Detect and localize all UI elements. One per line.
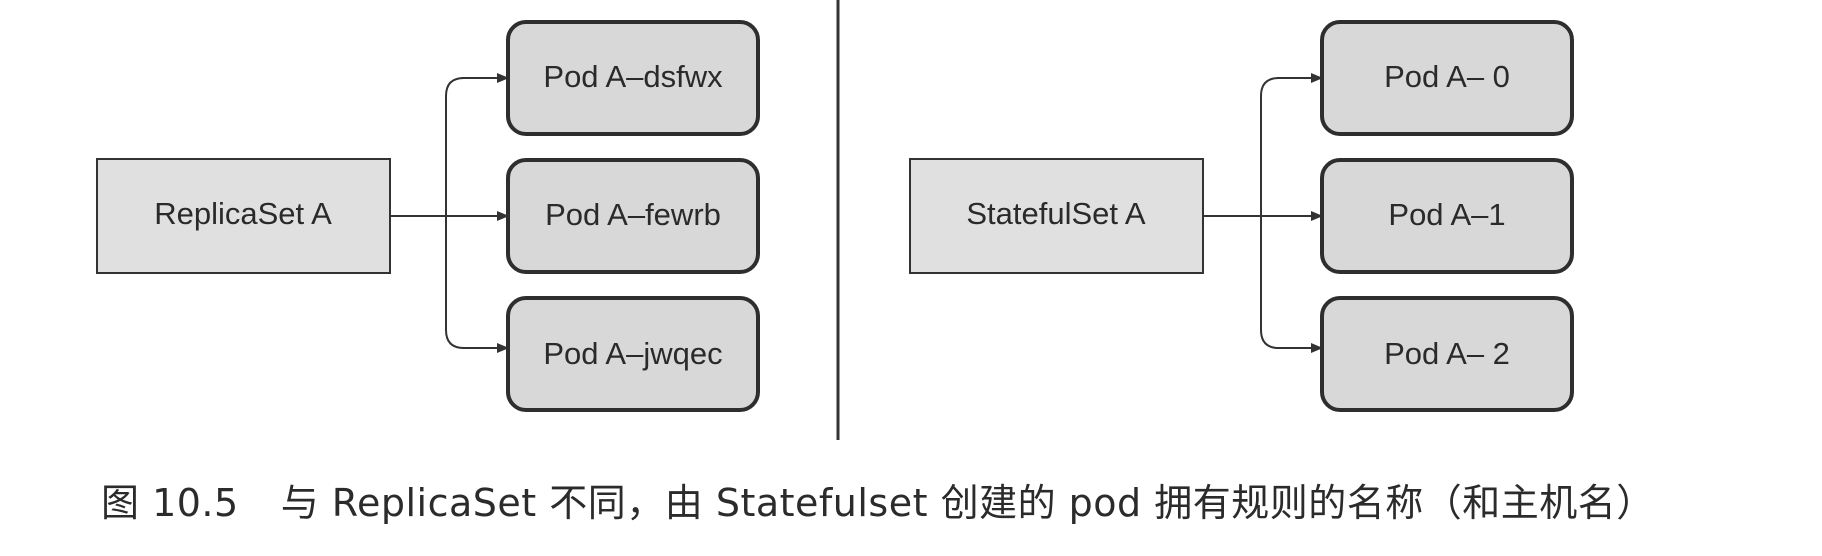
statefulset-label: StatefulSet A: [966, 196, 1146, 231]
statefulset-panel: StatefulSet A Pod A– 0 Pod A–1 Pod A– 2: [909, 20, 1574, 412]
statefulset-connector-trunk: [1203, 77, 1280, 349]
pod-label: Pod A–jwqec: [543, 336, 722, 371]
pod-label: Pod A– 2: [1384, 336, 1510, 371]
replicaset-connector-trunk: [390, 77, 465, 349]
pod-label: Pod A–1: [1388, 197, 1505, 232]
pod-label: Pod A–fewrb: [545, 197, 721, 232]
replicaset-panel: ReplicaSet A Pod A–dsfwx Pod A–fewrb Pod…: [96, 20, 760, 412]
figure-caption: 图 10.5 与 ReplicaSet 不同，由 Statefulset 创建的 …: [101, 472, 1801, 527]
pod-label: Pod A– 0: [1384, 59, 1510, 94]
caption-text: 与 ReplicaSet 不同，由 Statefulset 创建的 pod 拥有…: [280, 481, 1655, 525]
pod-label: Pod A–dsfwx: [543, 59, 723, 94]
figure-number: 图 10.5: [101, 481, 239, 525]
replicaset-label: ReplicaSet A: [154, 196, 332, 231]
